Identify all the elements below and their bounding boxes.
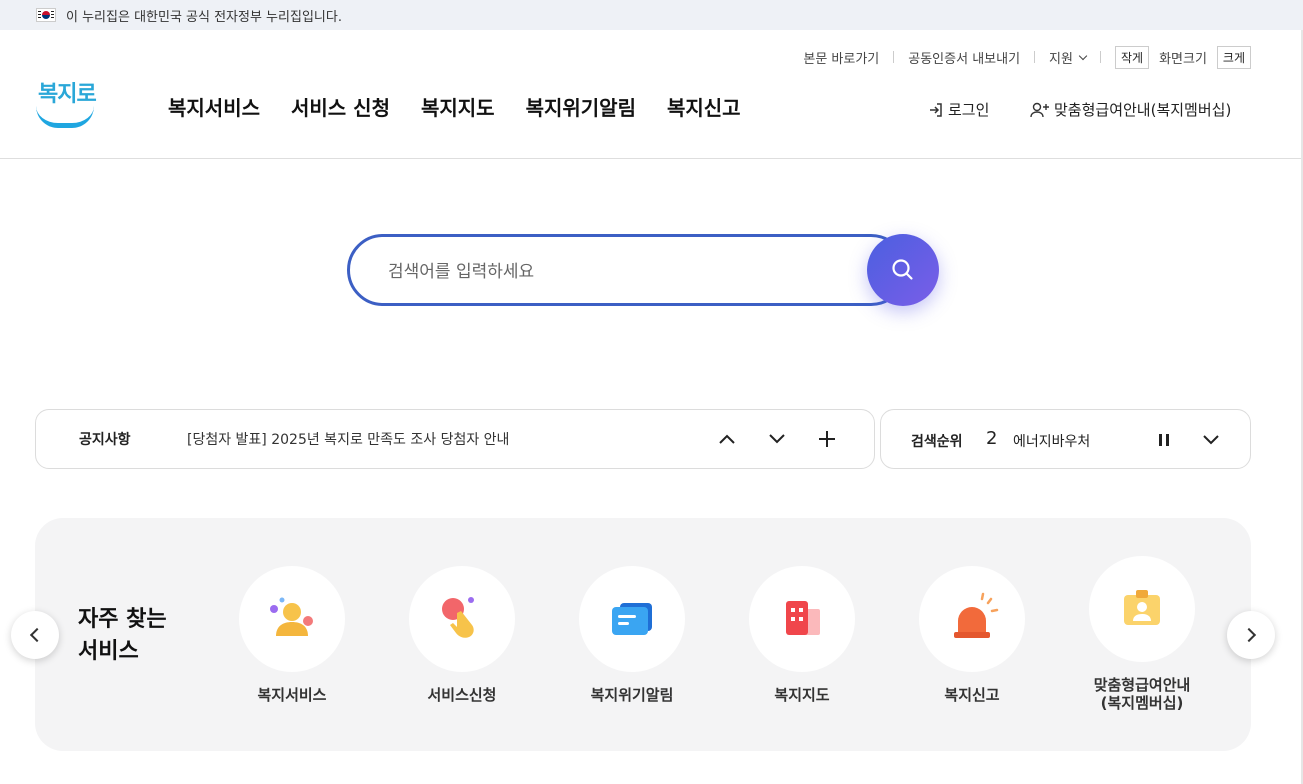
screen-size-label: 화면크기 xyxy=(1159,51,1207,67)
divider xyxy=(893,51,895,63)
service-label: 복지서비스 xyxy=(257,686,327,704)
frequent-services-title-line1: 자주 찾는 xyxy=(78,607,167,632)
notice-bar: 공지사항 [당첨자 발표] 2025년 복지로 만족도 조사 당첨자 안내 xyxy=(35,409,875,469)
chevron-up-icon xyxy=(719,434,735,444)
service-label-line1: 맞춤형급여안내 xyxy=(1093,676,1191,694)
service-crisis-alert[interactable]: 복지위기알림 xyxy=(547,566,717,704)
search-rank-bar: 검색순위 2 에너지바우처 xyxy=(880,409,1251,469)
gov-banner: 이 누리집은 대한민국 공식 전자정부 누리집입니다. xyxy=(0,0,1303,30)
person-icon xyxy=(270,597,313,636)
font-smaller-button[interactable]: 작게 xyxy=(1114,45,1150,69)
export-cert-link[interactable]: 공동인증서 내보내기 xyxy=(908,48,1020,67)
notice-next-button[interactable] xyxy=(767,429,787,449)
search-rank-term[interactable]: 에너지바우처 xyxy=(1013,431,1090,451)
service-icon-circle xyxy=(409,566,515,672)
search-rank-title: 검색순위 xyxy=(911,434,963,450)
service-welfare[interactable]: 복지서비스 xyxy=(207,566,377,704)
font-larger-button[interactable]: 크게 xyxy=(1216,45,1251,69)
nav-welfare-map[interactable]: 복지지도 xyxy=(421,92,495,121)
search-box xyxy=(347,234,907,306)
service-label: 복지위기알림 xyxy=(590,686,674,704)
logo-text: 복지로 xyxy=(38,82,97,107)
id-card-icon xyxy=(1124,590,1160,625)
gov-banner-text: 이 누리집은 대한민국 공식 전자정부 누리집입니다. xyxy=(66,9,342,25)
nav-crisis-alert[interactable]: 복지위기알림 xyxy=(526,92,636,121)
chevron-down-icon xyxy=(1203,435,1219,445)
notice-title: 공지사항 xyxy=(79,432,131,448)
frequent-services-panel: 자주 찾는 서비스 복지서비스 서비스신청 복지위기알림 복지지도 복지신고 맞… xyxy=(35,518,1251,751)
logo[interactable]: 복지로 xyxy=(34,76,97,132)
divider xyxy=(1034,51,1036,63)
chevron-down-icon xyxy=(769,434,785,444)
siren-icon xyxy=(954,592,999,638)
skip-to-content-link[interactable]: 본문 바로가기 xyxy=(803,48,879,67)
frequent-services-title: 자주 찾는 서비스 xyxy=(78,604,188,668)
service-label: 복지신고 xyxy=(944,686,1000,704)
service-icon-circle xyxy=(919,566,1025,672)
nav-welfare-service[interactable]: 복지서비스 xyxy=(168,92,260,121)
service-label: 복지지도 xyxy=(774,686,830,704)
service-label: 맞춤형급여안내 (복지멤버십) xyxy=(1057,676,1227,712)
chevron-left-icon xyxy=(29,627,45,643)
plus-icon xyxy=(819,431,835,447)
service-apply[interactable]: 서비스신청 xyxy=(377,566,547,704)
login-icon xyxy=(930,102,942,117)
notice-more-button[interactable] xyxy=(817,429,837,449)
search-button[interactable] xyxy=(867,234,939,306)
nav-service-apply[interactable]: 서비스 신청 xyxy=(291,92,390,121)
frequent-services-title-line2: 서비스 xyxy=(78,639,139,664)
chevron-right-icon xyxy=(1241,627,1257,643)
service-label: 서비스신청 xyxy=(427,686,497,704)
rank-pause-button[interactable] xyxy=(1154,430,1174,450)
search-input[interactable] xyxy=(388,259,828,285)
main-nav: 복지서비스 서비스 신청 복지지도 복지위기알림 복지신고 xyxy=(168,92,741,121)
message-icon xyxy=(612,603,652,635)
utility-bar: 본문 바로가기 공동인증서 내보내기 지원 작게 화면크기 크게 xyxy=(803,45,1251,69)
service-icon-circle xyxy=(579,566,685,672)
logo-smile-icon xyxy=(36,106,94,128)
support-dropdown[interactable]: 지원 xyxy=(1049,48,1088,67)
service-welfare-report[interactable]: 복지신고 xyxy=(887,566,1057,704)
building-icon xyxy=(786,601,820,635)
korea-flag-icon xyxy=(36,8,56,22)
carousel-prev-button[interactable] xyxy=(11,611,59,659)
search-rank-number: 2 xyxy=(986,428,998,449)
service-label-line2: (복지멤버십) xyxy=(1100,694,1184,712)
login-label: 로그인 xyxy=(948,101,990,119)
membership-link[interactable]: 맞춤형급여안내(복지멤버십) xyxy=(1030,99,1231,120)
notice-text[interactable]: [당첨자 발표] 2025년 복지로 만족도 조사 당첨자 안내 xyxy=(187,429,509,449)
header-divider xyxy=(0,158,1303,159)
user-add-icon xyxy=(1030,102,1049,117)
carousel-next-button[interactable] xyxy=(1227,611,1275,659)
search-icon xyxy=(892,259,913,280)
service-icon-circle xyxy=(1089,556,1195,662)
service-membership[interactable]: 맞춤형급여안내 (복지멤버십) xyxy=(1057,556,1227,712)
search-bar xyxy=(347,234,939,306)
login-link[interactable]: 로그인 xyxy=(928,99,989,120)
service-welfare-map[interactable]: 복지지도 xyxy=(717,566,887,704)
membership-label: 맞춤형급여안내(복지멤버십) xyxy=(1054,101,1232,119)
nav-welfare-report[interactable]: 복지신고 xyxy=(667,92,741,121)
chevron-down-icon xyxy=(1078,51,1088,60)
hand-tap-icon xyxy=(442,597,474,638)
rank-expand-button[interactable] xyxy=(1201,430,1221,450)
support-label: 지원 xyxy=(1049,51,1073,67)
divider xyxy=(1099,51,1101,63)
service-icon-circle xyxy=(749,566,855,672)
notice-prev-button[interactable] xyxy=(717,429,737,449)
service-icon-circle xyxy=(239,566,345,672)
pause-icon xyxy=(1159,434,1169,446)
